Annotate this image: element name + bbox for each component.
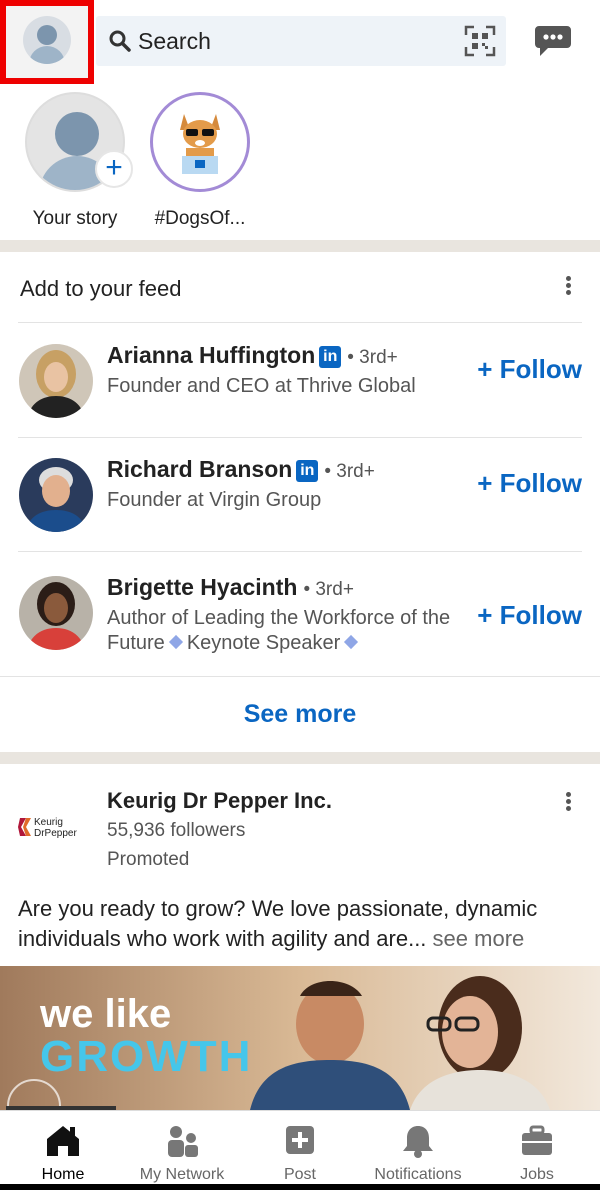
person-avatar[interactable] (19, 344, 93, 418)
search-bar[interactable]: Search (96, 16, 506, 66)
more-options-icon[interactable] (564, 790, 572, 816)
story-avatar (150, 92, 250, 192)
nav-label: Home (41, 1166, 85, 1183)
profile-avatar-button[interactable] (0, 0, 94, 84)
banner-text-line2: GROWTH (40, 1032, 253, 1081)
nav-label: Jobs (520, 1166, 554, 1183)
qr-code-icon[interactable] (464, 25, 496, 57)
person-avatar[interactable] (19, 458, 93, 532)
post-image[interactable]: we like GROWTH (0, 966, 600, 1110)
nav-label: My Network (139, 1166, 225, 1183)
add-story-icon[interactable]: + (95, 150, 133, 188)
person-headline: Founder at Virgin Group (107, 489, 322, 511)
person-headline: Author of Leading the Workforce of the F… (107, 607, 451, 654)
connection-degree: • 3rd+ (347, 347, 398, 368)
promoted-post: Keurig DrPepper Keurig Dr Pepper Inc. 55… (0, 764, 600, 1110)
nav-home[interactable]: Home (3, 1123, 123, 1184)
linkedin-influencer-icon: in (296, 460, 319, 482)
story-dogsof[interactable]: #DogsOf... (135, 92, 265, 230)
person-avatar[interactable] (19, 576, 93, 650)
person-headline: Founder and CEO at Thrive Global (107, 375, 416, 397)
briefcase-icon (522, 1125, 552, 1155)
follow-button[interactable]: + Follow (477, 468, 582, 499)
diamond-icon (344, 634, 359, 650)
add-to-feed-card: Add to your feed Arianna Huffington in • 3… (0, 252, 600, 752)
linkedin-influencer-icon: in (319, 346, 342, 368)
person-name[interactable]: Richard Branson in • 3rd+ (107, 456, 375, 483)
follow-button[interactable]: + Follow (477, 600, 582, 631)
nav-my-network[interactable]: My Network (122, 1123, 242, 1184)
diamond-icon (168, 634, 183, 650)
nav-post[interactable]: Post (240, 1123, 360, 1184)
nav-label: Notifications (374, 1166, 462, 1183)
nav-notifications[interactable]: Notifications (358, 1123, 478, 1184)
person-name[interactable]: Brigette Hyacinth • 3rd+ (107, 574, 354, 601)
nav-label: Post (283, 1166, 316, 1183)
connection-degree: • 3rd+ (303, 579, 354, 600)
follower-count: 55,936 followers (107, 820, 246, 841)
company-name[interactable]: Keurig Dr Pepper Inc. (107, 788, 332, 814)
top-bar: Search (0, 0, 600, 84)
network-icon (168, 1126, 198, 1157)
see-more-link[interactable]: see more (433, 926, 525, 951)
suggestion-row[interactable]: Richard Branson in • 3rd+ Founder at Virgi… (0, 438, 600, 552)
nav-jobs[interactable]: Jobs (477, 1123, 597, 1184)
person-name[interactable]: Arianna Huffington in • 3rd+ (107, 342, 398, 369)
divider (0, 676, 600, 677)
post-body[interactable]: Are you ready to grow? We love passionat… (18, 894, 588, 954)
card-title: Add to your feed (20, 276, 182, 301)
story-your-story[interactable]: + Your story (10, 92, 140, 230)
profile-avatar-icon (23, 16, 71, 64)
see-more-button[interactable]: See more (0, 680, 600, 748)
suggestion-row[interactable]: Arianna Huffington in • 3rd+ Founder and C… (0, 324, 600, 438)
more-options-icon[interactable] (564, 274, 572, 300)
messaging-icon[interactable] (534, 24, 572, 58)
stories-row: + Your story #DogsOf... (0, 84, 600, 240)
divider (18, 551, 582, 552)
bell-icon (403, 1126, 433, 1158)
dog-mascot-icon (158, 100, 242, 184)
divider (18, 322, 582, 323)
section-divider (0, 240, 600, 252)
promoted-label: Promoted (107, 849, 190, 870)
svg-text:Keurig: Keurig (34, 817, 63, 828)
company-logo[interactable]: Keurig DrPepper (18, 812, 96, 842)
post-icon (286, 1126, 314, 1154)
story-label: #DogsOf... (154, 208, 246, 229)
connection-degree: • 3rd+ (324, 461, 375, 482)
search-input[interactable]: Search (138, 28, 211, 55)
home-icon (47, 1126, 79, 1156)
search-icon (109, 30, 131, 52)
section-divider (0, 752, 600, 764)
follow-button[interactable]: + Follow (477, 354, 582, 385)
suggestion-row[interactable]: Brigette Hyacinth • 3rd+ Author of Leadin… (0, 556, 600, 670)
bottom-navigation: Home My Network Post Notifications Jobs (0, 1110, 600, 1190)
svg-text:DrPepper: DrPepper (34, 828, 77, 839)
banner-text-line1: we like (40, 992, 172, 1036)
story-label: Your story (32, 208, 118, 229)
